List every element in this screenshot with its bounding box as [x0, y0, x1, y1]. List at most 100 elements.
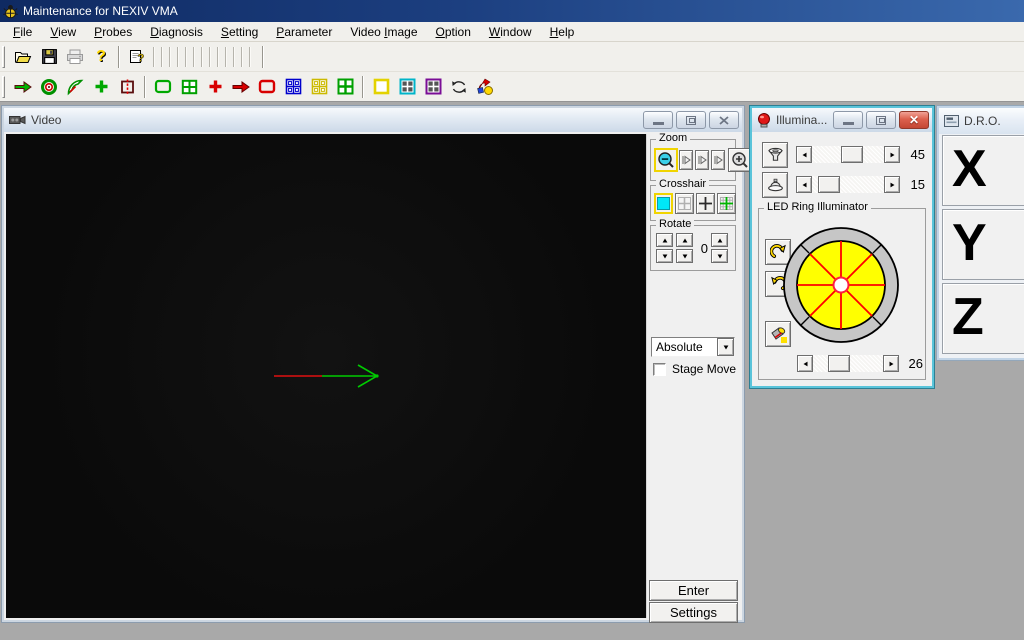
- rotate-group: Rotate 0: [650, 225, 736, 271]
- video-close-button[interactable]: [709, 111, 739, 129]
- stage-move-checkbox[interactable]: Stage Move: [653, 362, 736, 376]
- rotate-down-button[interactable]: [656, 249, 673, 263]
- diascopic-lamp-icon[interactable]: [762, 172, 788, 198]
- led-ring-diagram[interactable]: [781, 225, 901, 345]
- toolbar-grip[interactable]: [2, 76, 5, 98]
- grid-green-icon[interactable]: [332, 74, 358, 100]
- rotate-group-label: Rotate: [656, 218, 694, 230]
- illuminator-close-button[interactable]: ✕: [899, 111, 929, 129]
- grid-yellow-icon[interactable]: [306, 74, 332, 100]
- edge-box-icon[interactable]: [114, 74, 140, 100]
- illuminator-maximize-button[interactable]: [866, 111, 896, 129]
- crosshair-solid-cyan-icon[interactable]: [654, 193, 673, 214]
- window-green-icon[interactable]: [176, 74, 202, 100]
- menu-window[interactable]: Window: [480, 23, 541, 41]
- print-icon[interactable]: [62, 44, 88, 70]
- help-icon[interactable]: ?: [88, 44, 114, 70]
- episcopic-lamp-icon[interactable]: [762, 142, 788, 168]
- video-minimize-button[interactable]: [643, 111, 673, 129]
- scroll-thumb[interactable]: [818, 176, 840, 193]
- crosshair-panes-icon[interactable]: [675, 193, 694, 214]
- enter-button[interactable]: Enter: [649, 580, 738, 601]
- menu-view[interactable]: View: [41, 23, 85, 41]
- menu-help[interactable]: Help: [541, 23, 584, 41]
- sector-icon[interactable]: [62, 74, 88, 100]
- episcopic-slider[interactable]: [796, 146, 900, 163]
- menu-probes[interactable]: Probes: [85, 23, 141, 41]
- scroll-left-button[interactable]: [796, 176, 812, 193]
- reset-colors-icon[interactable]: [472, 74, 498, 100]
- led-ring-slider[interactable]: [797, 355, 899, 372]
- rotate-angle-down-button[interactable]: [711, 249, 728, 263]
- crosshair-green-grid-icon[interactable]: [717, 193, 736, 214]
- rotate-down-fine-button[interactable]: [676, 249, 693, 263]
- step-icon[interactable]: [711, 150, 725, 170]
- coordinate-mode-value: Absolute: [652, 338, 717, 356]
- menu-option[interactable]: Option: [427, 23, 480, 41]
- scroll-right-button[interactable]: [883, 355, 899, 372]
- step-icon[interactable]: [679, 150, 693, 170]
- dro-axis-row: Y: [942, 209, 1024, 280]
- notes-help-icon[interactable]: ?: [124, 44, 150, 70]
- scroll-thumb[interactable]: [828, 355, 850, 372]
- toolbar-grip[interactable]: [2, 46, 5, 68]
- open-icon[interactable]: [10, 44, 36, 70]
- refresh-icon[interactable]: [446, 74, 472, 100]
- menu-setting[interactable]: Setting: [212, 23, 267, 41]
- zoom-in-icon[interactable]: [728, 148, 752, 172]
- stage-move-label: Stage Move: [672, 362, 736, 376]
- region-red-icon[interactable]: [254, 74, 280, 100]
- video-maximize-button[interactable]: [676, 111, 706, 129]
- led-ring-group: LED Ring Illuminator: [758, 208, 926, 380]
- video-window: Video Zoom: [2, 106, 744, 622]
- scroll-track[interactable]: [812, 176, 884, 193]
- diascopic-slider[interactable]: [796, 176, 900, 193]
- plus-red-icon[interactable]: [202, 74, 228, 100]
- grid-purple-icon[interactable]: [420, 74, 446, 100]
- dro-readouts: X Y Z: [939, 134, 1024, 354]
- illuminator-minimize-button[interactable]: [833, 111, 863, 129]
- save-icon[interactable]: [36, 44, 62, 70]
- frame-yellow-icon[interactable]: [368, 74, 394, 100]
- menu-diagnosis[interactable]: Diagnosis: [141, 23, 212, 41]
- rotate-up-fine-button[interactable]: [676, 233, 693, 247]
- dro-title: D.R.O.: [964, 114, 1024, 128]
- rotate-angle-up-button[interactable]: [711, 233, 728, 247]
- step-icon[interactable]: [695, 150, 709, 170]
- scroll-thumb[interactable]: [841, 146, 863, 163]
- target-icon[interactable]: [36, 74, 62, 100]
- main-titlebar: Maintenance for NEXIV VMA: [0, 0, 1024, 22]
- region-green-icon[interactable]: [150, 74, 176, 100]
- toolbar-standard: ? ?: [0, 42, 1024, 72]
- run-arrow-green-icon[interactable]: [10, 74, 36, 100]
- chevron-down-icon[interactable]: [717, 338, 734, 356]
- video-titlebar[interactable]: Video: [4, 108, 742, 132]
- scroll-track[interactable]: [813, 355, 883, 372]
- menu-video-image[interactable]: Video Image: [341, 23, 426, 41]
- readout-icon: [944, 115, 959, 127]
- scroll-left-button[interactable]: [797, 355, 813, 372]
- dro-titlebar[interactable]: D.R.O.: [939, 108, 1024, 134]
- rotate-up-button[interactable]: [656, 233, 673, 247]
- zoom-out-icon[interactable]: [654, 148, 678, 172]
- coordinate-mode-select[interactable]: Absolute: [651, 337, 735, 357]
- scroll-track[interactable]: [812, 146, 884, 163]
- menu-file[interactable]: File: [4, 23, 41, 41]
- menu-parameter[interactable]: Parameter: [267, 23, 341, 41]
- illuminator-titlebar[interactable]: Illumina... ✕: [752, 108, 932, 132]
- menu-bar: FileViewProbesDiagnosisSettingParameterV…: [0, 22, 1024, 42]
- lamp-icon[interactable]: [765, 321, 791, 347]
- zoom-group: Zoom: [650, 139, 736, 181]
- checkbox-box[interactable]: [653, 363, 666, 376]
- scroll-right-button[interactable]: [884, 146, 900, 163]
- scroll-left-button[interactable]: [796, 146, 812, 163]
- grid-blue-icon[interactable]: [280, 74, 306, 100]
- video-canvas[interactable]: [6, 134, 646, 618]
- plus-green-icon[interactable]: [88, 74, 114, 100]
- crosshair-cross-icon[interactable]: [696, 193, 715, 214]
- crosshair-group-label: Crosshair: [656, 178, 709, 190]
- run-arrow-red-icon[interactable]: [228, 74, 254, 100]
- scroll-right-button[interactable]: [884, 176, 900, 193]
- settings-button[interactable]: Settings: [649, 602, 738, 623]
- grid-cyan-icon[interactable]: [394, 74, 420, 100]
